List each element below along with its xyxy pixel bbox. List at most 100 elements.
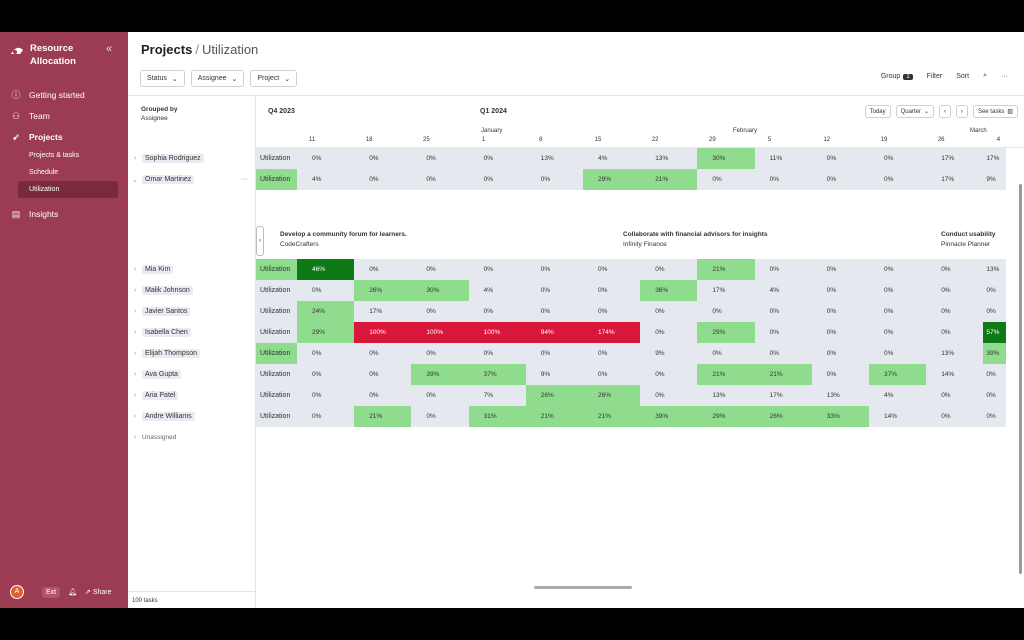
utilization-cell[interactable]: 0% [697,343,755,364]
see-tasks-button[interactable]: See tasks ▥ [972,105,1018,118]
utilization-cell[interactable]: 7% [468,385,526,406]
sidebar-item-projects[interactable]: ➶ Projects [0,126,128,147]
utilization-cell[interactable]: 0% [869,169,927,190]
utilization-cell[interactable]: 21% [754,364,812,385]
utilization-cell[interactable]: 100% [354,322,412,343]
utilization-cell[interactable]: 39% [640,406,698,427]
utilization-cell[interactable]: 0% [583,364,641,385]
utilization-cell[interactable]: 0% [926,385,984,406]
chevron-right-icon[interactable]: › [128,371,142,378]
utilization-cell[interactable]: 0% [583,343,641,364]
sidebar-item-schedule[interactable]: Schedule [0,164,128,181]
utilization-cell[interactable]: 0% [354,385,412,406]
chevron-right-icon[interactable]: › [128,287,142,294]
sidebar-item-projects-tasks[interactable]: Projects & tasks [0,147,128,164]
bell-icon[interactable]: 🔔︎ [68,588,77,596]
utilization-cell[interactable]: 0% [869,322,927,343]
unassigned-group[interactable]: › Unassigned [128,434,256,441]
utilization-cell[interactable]: 0% [411,343,469,364]
utilization-cell[interactable]: 0% [926,259,984,280]
utilization-cell[interactable]: 0% [869,148,927,169]
sidebar-item-insights[interactable]: ▤ Insights [0,203,128,224]
utilization-cell[interactable]: 11% [754,148,812,169]
assignee-row[interactable]: › Sophia Rodriguez [128,148,256,169]
utilization-cell[interactable]: 21% [697,364,755,385]
project-filter-button[interactable]: Project ⌄ [250,70,298,87]
task-card[interactable]: Conduct usability Pinnacle Planner [937,226,1017,254]
sidebar-item-utilization[interactable]: Utilization [18,181,118,198]
assignee-filter-button[interactable]: Assignee ⌄ [190,70,245,87]
utilization-cell[interactable]: 94% [525,322,583,343]
sidebar-item-getting-started[interactable]: ⓘ Getting started [0,84,128,105]
utilization-cell[interactable]: 0% [697,169,755,190]
utilization-cell[interactable]: 0% [754,259,812,280]
breadcrumb-projects[interactable]: Projects [141,42,192,57]
utilization-cell[interactable]: 0% [869,343,927,364]
chevron-down-icon[interactable]: ⌄ [128,176,142,184]
utilization-cell[interactable]: 0% [354,364,412,385]
assignee-row[interactable]: › Andre Williams [128,406,256,427]
utilization-cell[interactable]: 0% [754,343,812,364]
assignee-row[interactable]: › Isabella Chen [128,322,256,343]
utilization-cell[interactable]: 17% [983,148,1006,169]
assignee-row[interactable]: › Ava Gupta [128,364,256,385]
avatar[interactable]: A [10,585,24,599]
utilization-cell[interactable]: 0% [583,280,641,301]
utilization-cell[interactable]: 0% [354,169,412,190]
assignee-row[interactable]: › Aria Patel [128,385,256,406]
utilization-cell[interactable]: 17% [354,301,412,322]
utilization-cell[interactable]: 0% [468,148,526,169]
utilization-cell[interactable]: 0% [525,280,583,301]
utilization-cell[interactable]: 0% [468,259,526,280]
utilization-cell[interactable]: 0% [468,343,526,364]
utilization-cell[interactable]: 0% [411,169,469,190]
utilization-cell[interactable]: 9% [983,169,1006,190]
utilization-cell[interactable]: 0% [811,259,869,280]
utilization-cell[interactable]: 37% [468,364,526,385]
utilization-cell[interactable]: 14% [926,364,984,385]
assignee-row[interactable]: › Javier Santos [128,301,256,322]
utilization-cell[interactable]: 21% [640,169,698,190]
utilization-cell[interactable]: 26% [525,385,583,406]
utilization-cell[interactable]: 0% [468,169,526,190]
utilization-cell[interactable]: 9% [525,364,583,385]
utilization-cell[interactable]: 0% [983,280,1006,301]
utilization-cell[interactable]: 0% [525,301,583,322]
utilization-cell[interactable]: 0% [811,301,869,322]
search-icon[interactable]: ⌕ [983,72,987,80]
utilization-cell[interactable]: 37% [869,364,927,385]
utilization-cell[interactable]: 0% [640,301,698,322]
utilization-cell[interactable]: 0% [926,301,984,322]
collapse-sidebar-icon[interactable]: « [106,43,112,55]
assignee-row[interactable]: › Mia Kim [128,259,256,280]
utilization-cell[interactable]: 0% [297,406,355,427]
utilization-cell[interactable]: 17% [926,169,984,190]
utilization-cell[interactable]: 0% [983,301,1006,322]
utilization-cell[interactable]: 13% [525,148,583,169]
utilization-cell[interactable]: 0% [869,280,927,301]
utilization-cell[interactable]: 0% [869,301,927,322]
task-card[interactable]: Collaborate with financial advisors for … [619,226,919,254]
utilization-cell[interactable]: 0% [468,301,526,322]
utilization-cell[interactable]: 0% [983,364,1006,385]
utilization-cell[interactable]: 0% [354,259,412,280]
chevron-right-icon[interactable]: › [128,308,142,315]
assignee-row[interactable]: › Malik Johnson [128,280,256,301]
utilization-cell[interactable]: 0% [811,364,869,385]
utilization-cell[interactable]: 0% [926,322,984,343]
utilization-cell[interactable]: 0% [583,301,641,322]
utilization-cell[interactable]: 0% [297,148,355,169]
utilization-cell[interactable]: 0% [811,322,869,343]
utilization-cell[interactable]: 26% [754,406,812,427]
utilization-cell[interactable]: 31% [468,406,526,427]
utilization-cell[interactable]: 17% [697,280,755,301]
utilization-cell[interactable]: 100% [468,322,526,343]
utilization-cell[interactable]: 0% [640,322,698,343]
utilization-cell[interactable]: 4% [754,280,812,301]
utilization-cell[interactable]: 0% [411,259,469,280]
utilization-cell[interactable]: 0% [411,301,469,322]
utilization-cell[interactable]: 0% [811,169,869,190]
utilization-cell[interactable]: 9% [640,343,698,364]
utilization-cell[interactable]: 39% [411,364,469,385]
assignee-row[interactable]: ⌄ Omar Martinez ··· [128,169,256,190]
